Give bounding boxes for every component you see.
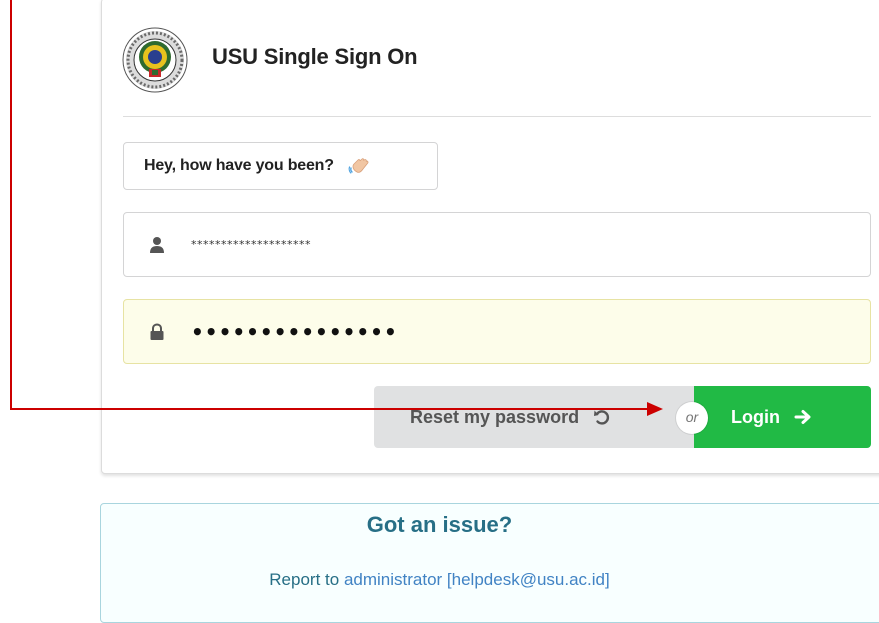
username-field[interactable] [123,212,871,277]
usu-logo-icon [122,27,188,93]
login-label: Login [731,406,780,427]
greeting-label: Hey, how have you been? [123,142,438,190]
or-divider-badge: or [676,402,708,434]
page-title: USU Single Sign On [212,44,418,69]
helpdesk-link[interactable]: administrator [helpdesk@usu.ac.id] [344,570,610,589]
reset-password-label: Reset my password [410,406,580,427]
issue-report-prefix: Report to [269,570,344,589]
undo-icon [593,408,611,426]
waving-hand-icon [348,154,372,178]
action-button-group: Reset my password Login or [374,386,871,448]
password-input[interactable] [191,319,831,344]
password-field[interactable] [123,299,871,364]
lock-icon [149,322,165,341]
username-input[interactable] [191,238,831,251]
issue-report-text: Report to administrator [helpdesk@usu.ac… [0,570,879,590]
reset-password-button[interactable]: Reset my password [374,386,694,448]
login-button[interactable]: Login [694,386,871,448]
greeting-text: Hey, how have you been? [144,157,334,174]
user-icon [149,236,165,254]
issue-title: Got an issue? [366,512,513,537]
arrow-right-icon [794,408,812,426]
header-divider [123,116,871,117]
